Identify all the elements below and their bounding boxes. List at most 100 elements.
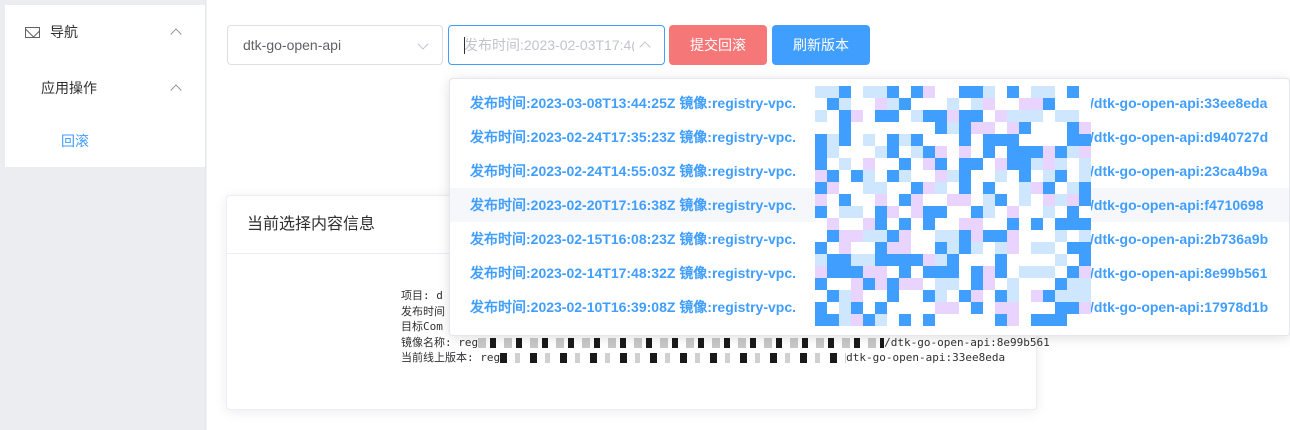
redaction-pixel	[1055, 290, 1067, 302]
redaction-pixel	[1043, 230, 1055, 242]
redaction-pixel	[1031, 194, 1043, 206]
app-select[interactable]: dtk-go-open-api	[227, 25, 443, 65]
redaction-pixel	[1067, 266, 1079, 278]
redaction-pixel	[959, 218, 971, 230]
redaction-pixel	[875, 134, 887, 146]
sidebar-item-label: 回滚	[61, 133, 89, 149]
redaction-pixel	[851, 230, 863, 242]
chevron-up-icon	[170, 84, 182, 96]
redaction-pixel	[935, 314, 947, 326]
sidebar-group-app-ops[interactable]: 应用操作	[0, 61, 200, 115]
redaction-pixel	[887, 122, 899, 134]
redaction-pixel	[1019, 86, 1031, 98]
redaction-pixel	[947, 290, 959, 302]
redaction-pixel	[1031, 290, 1043, 302]
redaction-pixel	[935, 158, 947, 170]
redaction-pixel	[995, 170, 1007, 182]
redaction-pixel	[959, 302, 971, 314]
redaction-pixel	[1019, 206, 1031, 218]
version-select[interactable]: 发布时间:2023-02-03T17:4(	[448, 25, 665, 65]
redaction-pixel	[875, 266, 887, 278]
redaction-pixel	[923, 302, 935, 314]
redaction-pixel	[887, 278, 899, 290]
redaction-pixel	[827, 170, 839, 182]
redaction-pixel	[983, 170, 995, 182]
redaction-pixel	[983, 302, 995, 314]
redaction-pixel	[1007, 218, 1019, 230]
redaction-pixel	[1055, 206, 1067, 218]
redaction-pixel	[1079, 242, 1091, 254]
redaction-pixel	[959, 170, 971, 182]
redaction-pixel	[815, 230, 827, 242]
redaction-pixel	[947, 254, 959, 266]
redaction-pixel	[947, 314, 959, 326]
redaction-pixel	[959, 314, 971, 326]
redaction-pixel	[827, 122, 839, 134]
redaction-pixel	[1043, 266, 1055, 278]
redaction-pixel	[839, 242, 851, 254]
redaction-pixel	[923, 242, 935, 254]
redaction-pixel	[839, 158, 851, 170]
redaction-pixel	[995, 98, 1007, 110]
redaction-pixel	[887, 182, 899, 194]
redaction-pixel	[911, 254, 923, 266]
redaction-pixel	[1067, 182, 1079, 194]
redaction-pixel	[911, 242, 923, 254]
redaction-pixel	[947, 158, 959, 170]
redaction-pixel	[1079, 182, 1091, 194]
redaction-pixel	[983, 242, 995, 254]
redaction-pixel	[875, 98, 887, 110]
detail-line: 当前线上版本: reg dtk-go-open-api:33ee8eda	[401, 351, 1006, 364]
redaction-pixel	[1079, 158, 1091, 170]
redaction-pixel	[851, 266, 863, 278]
redaction-pixel	[1031, 182, 1043, 194]
redaction-pixel	[851, 206, 863, 218]
redaction-pixel	[1067, 206, 1079, 218]
redaction-pixel	[971, 218, 983, 230]
redaction-pixel	[947, 218, 959, 230]
redaction-pixel	[863, 242, 875, 254]
redaction-pixel	[923, 98, 935, 110]
redaction-pixel	[935, 182, 947, 194]
redaction-pixel	[1079, 230, 1091, 242]
redaction-pixel	[935, 146, 947, 158]
redaction-pixel	[1019, 146, 1031, 158]
redaction-pixel	[1043, 194, 1055, 206]
redaction-pixel	[923, 206, 935, 218]
redaction-pixel	[815, 98, 827, 110]
sidebar-nav-header[interactable]: 导航	[0, 5, 200, 59]
redaction-pixel	[839, 278, 851, 290]
redaction-pixel	[827, 266, 839, 278]
redaction-pixel	[815, 110, 827, 122]
redaction-pixel	[863, 206, 875, 218]
redaction-pixel	[899, 278, 911, 290]
refresh-version-button[interactable]: 刷新版本	[772, 25, 870, 65]
redaction-pixel	[1031, 254, 1043, 266]
redaction-pixel	[911, 122, 923, 134]
sidebar-item-rollback[interactable]: 回滚	[0, 114, 200, 168]
redaction-pixel	[827, 182, 839, 194]
redaction-pixel	[863, 218, 875, 230]
redaction-pixel	[887, 290, 899, 302]
redaction-pixel	[959, 194, 971, 206]
redaction-pixel	[1019, 98, 1031, 110]
redaction-pixel	[959, 290, 971, 302]
redaction-pixel	[899, 134, 911, 146]
submit-rollback-button[interactable]: 提交回滚	[669, 25, 767, 65]
redaction-pixel	[935, 122, 947, 134]
redaction-pixel	[887, 230, 899, 242]
redaction-pixel	[875, 314, 887, 326]
redaction-pixel	[827, 98, 839, 110]
redaction-pixel	[827, 230, 839, 242]
redaction-pixel	[995, 290, 1007, 302]
redaction-pixel	[1043, 206, 1055, 218]
redaction-pixel	[887, 266, 899, 278]
redaction-pixel	[1031, 86, 1043, 98]
redaction-pixel	[839, 170, 851, 182]
redaction-pixel	[827, 278, 839, 290]
redaction-pixel	[971, 278, 983, 290]
redaction-pixel	[827, 254, 839, 266]
redaction-pixel	[875, 86, 887, 98]
redaction-pixel	[1055, 98, 1067, 110]
redaction-pixel	[899, 290, 911, 302]
